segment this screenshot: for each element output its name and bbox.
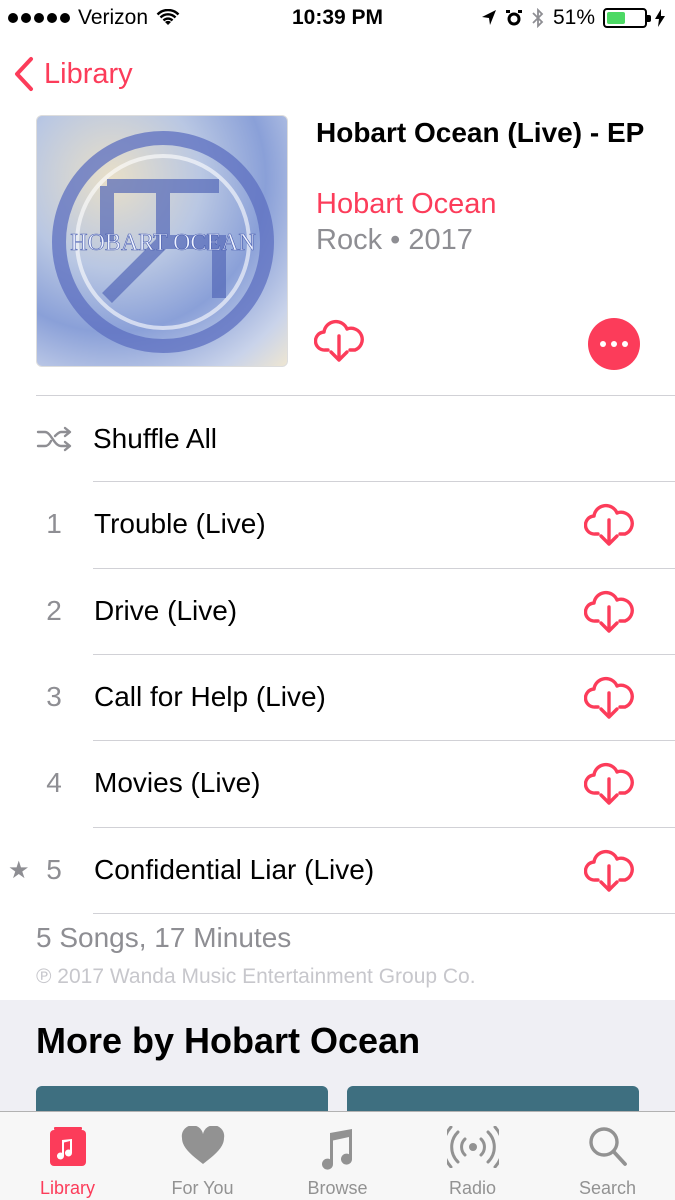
ellipsis-icon — [600, 341, 606, 347]
more-by-album-card[interactable] — [347, 1086, 639, 1112]
album-artist-link[interactable]: Hobart Ocean — [316, 188, 497, 221]
list-divider — [93, 913, 675, 914]
more-by-album-card[interactable] — [36, 1086, 328, 1112]
tab-library[interactable]: Library — [0, 1112, 135, 1200]
alarm-clock-icon — [505, 10, 522, 26]
status-indicators: 51% — [481, 6, 665, 30]
track-title: Movies (Live) — [94, 767, 261, 798]
album-artwork-logo: HOBART OCEAN — [52, 131, 274, 353]
cloud-download-icon[interactable] — [584, 848, 634, 894]
track-number: 3 — [46, 681, 62, 712]
tab-label: Library — [39, 1178, 96, 1198]
track-row-4[interactable]: 4 Movies (Live) — [0, 741, 675, 827]
search-icon — [588, 1127, 627, 1166]
track-title: Trouble (Live) — [94, 508, 266, 539]
track-row-5[interactable]: ★ 5 Confidential Liar (Live) — [0, 828, 675, 914]
download-album-button[interactable] — [313, 318, 364, 369]
album-copyright: ℗ 2017 Wanda Music Entertainment Group C… — [36, 965, 476, 988]
music-note-icon — [321, 1129, 352, 1170]
album-artwork-text: HOBART OCEAN — [70, 230, 255, 256]
tab-search[interactable]: Search — [540, 1112, 675, 1200]
album-genre-year: Rock • 2017 — [316, 224, 473, 256]
radio-icon — [446, 1126, 499, 1168]
tab-label: Browse — [307, 1178, 368, 1198]
album-summary: 5 Songs, 17 Minutes — [36, 922, 292, 953]
cloud-download-icon[interactable] — [584, 502, 634, 548]
shuffle-all-label: Shuffle All — [93, 423, 218, 454]
more-by-section: More by Hobart Ocean — [0, 1000, 675, 1112]
battery-percentage: 51% — [552, 6, 595, 29]
charging-bolt-icon — [655, 9, 665, 27]
tab-label: Search — [578, 1178, 637, 1198]
tab-for-you[interactable]: For You — [135, 1112, 270, 1200]
track-number: 1 — [46, 508, 62, 539]
more-options-button[interactable] — [588, 318, 640, 370]
status-bar: Verizon 10:39 PM 51% — [0, 0, 675, 38]
cloud-download-icon[interactable] — [584, 589, 634, 635]
track-number: 4 — [46, 767, 62, 798]
battery-level-fill — [607, 12, 626, 24]
tab-browse[interactable]: Browse — [270, 1112, 405, 1200]
tab-bar: Library For You Browse Radio Search — [0, 1111, 675, 1200]
track-title: Confidential Liar (Live) — [94, 854, 375, 885]
shuffle-icon — [36, 426, 72, 452]
album-artwork[interactable]: HOBART OCEAN — [36, 115, 288, 367]
cloud-download-icon[interactable] — [584, 675, 634, 721]
album-title: Hobart Ocean (Live) - EP — [316, 117, 645, 148]
chevron-left-icon — [15, 57, 33, 91]
back-button[interactable]: Library — [14, 56, 133, 92]
back-label: Library — [44, 57, 133, 90]
location-arrow-icon — [481, 10, 496, 25]
tab-label: For You — [171, 1178, 234, 1198]
battery-icon — [603, 8, 651, 28]
track-number: 2 — [46, 595, 62, 626]
tab-radio[interactable]: Radio — [405, 1112, 540, 1200]
more-by-title: More by Hobart Ocean — [36, 1020, 421, 1061]
heart-icon — [181, 1126, 224, 1164]
cloud-download-icon — [313, 319, 364, 362]
bluetooth-icon — [532, 8, 544, 28]
track-row-1[interactable]: 1 Trouble (Live) — [0, 482, 675, 568]
track-number: 5 — [46, 854, 62, 885]
library-icon — [49, 1127, 86, 1166]
track-title: Drive (Live) — [94, 595, 238, 626]
tab-label: Radio — [448, 1178, 497, 1198]
track-title: Call for Help (Live) — [94, 681, 326, 712]
track-row-3[interactable]: 3 Call for Help (Live) — [0, 655, 675, 741]
cloud-download-icon[interactable] — [584, 761, 634, 807]
shuffle-all-button[interactable]: Shuffle All — [0, 396, 675, 482]
track-row-2[interactable]: 2 Drive (Live) — [0, 569, 675, 655]
star-icon: ★ — [8, 857, 30, 884]
